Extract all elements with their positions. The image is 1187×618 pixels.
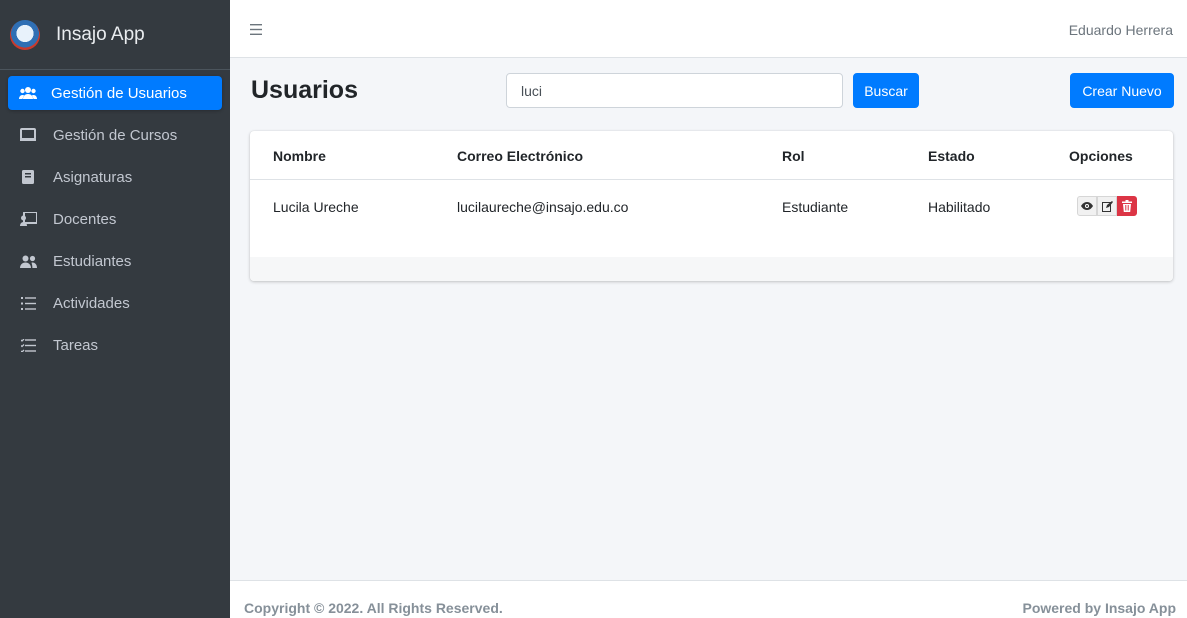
brand-name: Insajo App <box>56 23 145 45</box>
sidebar-item-label: Tareas <box>53 336 99 354</box>
user-friends-icon <box>17 255 39 268</box>
sidebar-item-actividades[interactable]: Actividades <box>8 286 222 320</box>
create-new-button[interactable]: Crear Nuevo <box>1070 73 1174 108</box>
sidebar: Insajo App Gestión de Usuarios Gestión d… <box>0 0 230 618</box>
sidebar-item-label: Gestión de Cursos <box>53 126 178 144</box>
tasks-icon <box>17 338 39 352</box>
sidebar-item-estudiantes[interactable]: Estudiantes <box>8 244 222 278</box>
column-header-estado: Estado <box>928 148 975 164</box>
users-icon <box>17 86 39 100</box>
edit-icon[interactable] <box>1097 196 1117 216</box>
sidebar-item-label: Gestión de Usuarios <box>51 84 187 102</box>
sidebar-item-docentes[interactable]: Docentes <box>8 202 222 236</box>
column-header-correo: Correo Electrónico <box>457 148 584 164</box>
top-navbar: Eduardo Herrera <box>230 0 1187 58</box>
sidebar-item-label: Docentes <box>53 210 117 228</box>
cell-rol: Estudiante <box>782 199 849 215</box>
sidebar-item-asignaturas[interactable]: Asignaturas <box>8 160 222 194</box>
delete-trash-icon[interactable] <box>1117 196 1137 216</box>
sidebar-item-tareas[interactable]: Tareas <box>8 328 222 362</box>
list-icon <box>17 296 39 310</box>
sidebar-nav: Gestión de Usuarios Gestión de Cursos As… <box>0 70 230 362</box>
view-eye-icon[interactable] <box>1077 196 1097 216</box>
book-icon <box>17 170 39 184</box>
brand[interactable]: Insajo App <box>0 0 230 70</box>
sidebar-item-gestion-usuarios[interactable]: Gestión de Usuarios <box>8 76 222 110</box>
user-name[interactable]: Eduardo Herrera <box>1069 22 1173 38</box>
column-header-opciones: Opciones <box>1069 148 1133 164</box>
page-title: Usuarios <box>251 76 358 104</box>
cell-nombre: Lucila Ureche <box>273 199 359 215</box>
sidebar-item-label: Actividades <box>53 294 130 312</box>
school-shield-logo-icon <box>10 19 40 50</box>
search-button[interactable]: Buscar <box>853 73 919 108</box>
users-table-card: Nombre Correo Electrónico Rol Estado Opc… <box>250 131 1173 281</box>
monitor-icon <box>17 128 39 142</box>
copyright-text: Copyright © 2022. All Rights Reserved. <box>244 600 503 616</box>
table-header-divider <box>250 179 1173 180</box>
sidebar-item-gestion-cursos[interactable]: Gestión de Cursos <box>8 118 222 152</box>
column-header-rol: Rol <box>782 148 805 164</box>
powered-by-text: Powered by Insajo App <box>1022 600 1176 616</box>
page-footer: Copyright © 2022. All Rights Reserved. P… <box>230 580 1187 618</box>
cell-estado: Habilitado <box>928 199 991 215</box>
sidebar-item-label: Estudiantes <box>53 252 132 270</box>
sidebar-item-label: Asignaturas <box>53 168 133 186</box>
card-footer <box>250 257 1173 281</box>
cell-correo: lucilaureche@insajo.edu.co <box>457 199 629 215</box>
search-input[interactable] <box>506 73 843 108</box>
chalkboard-teacher-icon <box>17 212 39 226</box>
row-options <box>1077 196 1137 216</box>
hamburger-menu-icon[interactable] <box>250 20 262 38</box>
column-header-nombre: Nombre <box>273 148 326 164</box>
